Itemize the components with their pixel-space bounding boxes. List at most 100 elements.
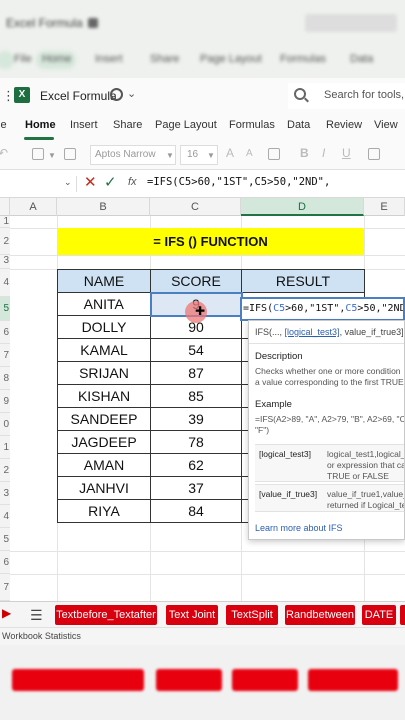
sheet-tab-partial[interactable] <box>400 605 405 625</box>
signature-current-arg: [logical_test3] <box>284 327 340 337</box>
chevron-down-icon[interactable]: ⌄ <box>127 87 136 100</box>
sheet-list-menu-icon[interactable]: ☰ <box>30 607 43 624</box>
row-header[interactable]: 1 <box>0 216 10 228</box>
header-score[interactable]: SCORE <box>150 269 242 293</box>
sheet-tab[interactable]: DATE <box>362 605 396 625</box>
insert-function-icon[interactable]: fx <box>128 176 137 188</box>
tab-view[interactable]: View <box>374 119 398 131</box>
row-header[interactable]: 9 <box>0 390 10 413</box>
ifs-function-banner[interactable]: = IFS () FUNCTION <box>57 228 364 255</box>
header-name[interactable]: NAME <box>57 269 151 293</box>
copy-icon[interactable] <box>64 148 76 160</box>
blurred-sheet-tabs <box>0 667 405 695</box>
tab-data[interactable]: Data <box>287 119 310 131</box>
sheet-tab[interactable]: TextSplit <box>226 605 278 625</box>
header-result[interactable]: RESULT <box>241 269 365 293</box>
name-cell[interactable]: DOLLY <box>57 315 151 339</box>
column-header-b[interactable]: B <box>57 198 150 216</box>
autosave-icon[interactable] <box>110 88 123 101</box>
row-header[interactable]: 1 <box>0 436 10 459</box>
row-header[interactable]: 6 <box>0 321 10 344</box>
description-text: a value corresponding to the first TRUE <box>255 377 404 387</box>
workbook-name[interactable]: Excel Formula <box>40 89 117 103</box>
row-header[interactable]: 7 <box>0 574 10 601</box>
blurred-icon <box>88 18 98 28</box>
paste-icon[interactable] <box>32 148 44 160</box>
tab-home[interactable]: Home <box>25 119 56 131</box>
name-cell[interactable]: KISHAN <box>57 384 151 408</box>
name-cell[interactable]: JANHVI <box>57 476 151 500</box>
score-cell[interactable]: 62 <box>150 453 242 477</box>
name-cell[interactable]: SRIJAN <box>57 361 151 385</box>
sheet-tab[interactable]: Textbefore_Textafter <box>55 605 157 625</box>
blurred-tab: Share <box>150 53 180 65</box>
learn-more-link[interactable]: Learn more about IFS <box>255 523 343 533</box>
row-header[interactable]: 6 <box>0 551 10 574</box>
column-header-d[interactable]: D <box>241 198 364 216</box>
example-text: "F") <box>255 425 270 435</box>
decrease-font-icon[interactable]: A <box>246 148 253 159</box>
row-header[interactable]: 2 <box>0 459 10 482</box>
row-header[interactable]: 4 <box>0 269 10 297</box>
column-header-e[interactable]: E <box>364 198 405 216</box>
font-name-select[interactable]: Aptos Narrow <box>90 145 176 165</box>
crosshair-cursor-icon: ✚ <box>195 304 206 318</box>
bold-icon[interactable]: B <box>300 146 309 160</box>
name-cell[interactable]: AMAN <box>57 453 151 477</box>
format-icon[interactable] <box>268 148 280 160</box>
formula-part: =IFS( <box>243 303 274 314</box>
column-header-c[interactable]: C <box>150 198 241 216</box>
sheet-tab[interactable]: Randbetween <box>285 605 355 625</box>
row-header[interactable]: 3 <box>0 482 10 505</box>
row-header[interactable]: 0 <box>0 413 10 436</box>
chevron-down-icon[interactable]: ▼ <box>48 151 56 160</box>
formula-input[interactable]: =IFS(C5>60,"1ST",C5>50,"2ND", <box>147 176 330 188</box>
tab-page-layout[interactable]: Page Layout <box>155 119 217 131</box>
name-cell[interactable]: JAGDEEP <box>57 430 151 454</box>
borders-icon[interactable] <box>368 148 380 160</box>
scroll-left-icon[interactable]: ▶ <box>2 606 11 620</box>
row-header[interactable]: 5 <box>0 528 10 551</box>
undo-icon[interactable]: ↶ <box>0 146 8 160</box>
italic-icon[interactable]: I <box>322 146 325 160</box>
row-header[interactable]: 8 <box>0 367 10 390</box>
name-box-dropdown[interactable]: ⌄ <box>64 177 72 188</box>
row-header[interactable]: 7 <box>0 344 10 367</box>
score-cell[interactable]: 39 <box>150 407 242 431</box>
score-cell[interactable]: 78 <box>150 430 242 454</box>
underline-icon[interactable]: U <box>342 146 351 160</box>
parameter-description: value_if_true1,value_ <box>327 489 405 499</box>
score-cell[interactable]: 37 <box>150 476 242 500</box>
score-cell[interactable]: 54 <box>150 338 242 362</box>
name-cell[interactable]: ANITA <box>57 292 151 316</box>
select-all-corner[interactable] <box>0 198 10 216</box>
tab-share[interactable]: Share <box>113 119 142 131</box>
name-cell[interactable]: SANDEEP <box>57 407 151 431</box>
tab-insert[interactable]: Insert <box>70 119 98 131</box>
score-cell[interactable]: 85 <box>150 384 242 408</box>
ribbon-toolbar: ↶ ▼ Aptos Narrow ▼ 16 ▼ A A B I U <box>0 140 405 170</box>
cancel-icon[interactable]: ✕ <box>84 173 97 191</box>
sheet-tab[interactable]: Text Joint <box>166 605 218 625</box>
row-header[interactable]: 4 <box>0 505 10 528</box>
row-header[interactable]: 3 <box>0 255 10 269</box>
blurred-tab: Page Layout <box>200 53 262 65</box>
score-cell[interactable]: 84 <box>150 499 242 523</box>
increase-font-icon[interactable]: A <box>226 146 234 160</box>
blurred-bottom-area <box>0 645 405 720</box>
in-cell-formula-editor[interactable]: =IFS(C5>60,"1ST",C5>50,"2ND" <box>240 297 405 321</box>
tab-file[interactable]: le <box>0 119 7 131</box>
name-cell[interactable]: RIYA <box>57 499 151 523</box>
tab-review[interactable]: Review <box>326 119 362 131</box>
row-header[interactable]: 2 <box>0 228 10 255</box>
workbook-statistics[interactable]: Workbook Statistics <box>2 631 81 641</box>
grid-line <box>10 574 405 575</box>
function-signature: IFS(..., [logical_test3], value_if_true3… <box>255 327 404 337</box>
search-box[interactable]: Search for tools, h <box>288 83 405 109</box>
tab-formulas[interactable]: Formulas <box>229 119 275 131</box>
row-header[interactable]: 5 <box>0 297 10 321</box>
enter-icon[interactable]: ✓ <box>104 173 117 191</box>
column-header-a[interactable]: A <box>10 198 57 216</box>
name-cell[interactable]: KAMAL <box>57 338 151 362</box>
score-cell[interactable]: 87 <box>150 361 242 385</box>
